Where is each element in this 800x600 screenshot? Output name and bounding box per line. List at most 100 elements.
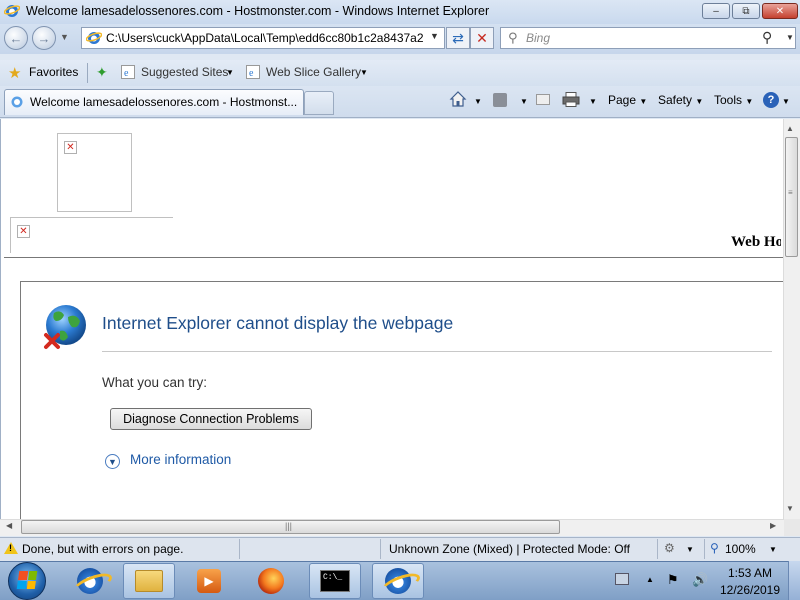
globe-error-icon: [44, 305, 86, 349]
add-to-favorites-icon[interactable]: ✦: [96, 64, 108, 81]
broken-image-icon: ✕: [17, 225, 30, 238]
maximize-button[interactable]: ⧉: [732, 3, 760, 19]
recent-pages-dropdown[interactable]: ▼: [60, 32, 69, 42]
taskbar-file-explorer[interactable]: [123, 563, 175, 599]
error-title: Internet Explorer cannot display the web…: [102, 313, 454, 333]
divider: [657, 539, 658, 559]
clock-time[interactable]: 1:53 AM: [720, 566, 780, 580]
vertical-scroll-thumb[interactable]: [785, 137, 798, 257]
show-desktop-button[interactable]: [788, 561, 800, 600]
forward-button[interactable]: →: [32, 26, 56, 50]
diagnose-connection-problems-button[interactable]: Diagnose Connection Problems: [110, 408, 312, 430]
logo-pane: [16, 580, 27, 589]
stop-icon: ✕: [476, 29, 488, 46]
taskbar-firefox[interactable]: [245, 563, 297, 599]
logo-pane: [18, 571, 28, 580]
divider: [4, 257, 784, 258]
logo-pane: [27, 571, 38, 580]
print-dropdown[interactable]: ▼: [589, 97, 597, 106]
keyboard-icon[interactable]: [615, 573, 629, 585]
ie-icon: [385, 568, 411, 594]
media-player-icon: ▶: [197, 569, 221, 593]
minimize-button[interactable]: –: [702, 3, 730, 19]
divider: [704, 539, 705, 559]
page-header-text: Web Ho: [731, 234, 781, 250]
refresh-button[interactable]: ⇄: [446, 27, 470, 49]
page-menu-label: Page: [608, 93, 637, 107]
zoom-icon[interactable]: ⚲: [710, 541, 719, 555]
tools-menu[interactable]: Tools ▼: [714, 93, 753, 107]
security-zone-text[interactable]: Unknown Zone (Mixed) | Protected Mode: O…: [389, 542, 630, 556]
favorites-bar: [0, 60, 800, 86]
magnifier-icon[interactable]: ⚲: [762, 29, 772, 46]
status-text[interactable]: Done, but with errors on page.: [22, 542, 183, 556]
command-prompt-icon: C:\_: [320, 570, 350, 592]
chevron-down-icon[interactable]: ▼: [360, 68, 368, 77]
what-you-can-try-label: What you can try:: [102, 375, 208, 390]
print-icon[interactable]: [562, 92, 580, 107]
scroll-right-arrow[interactable]: ▶: [770, 521, 776, 530]
safety-menu[interactable]: Safety ▼: [658, 93, 703, 107]
safety-menu-label: Safety: [658, 93, 693, 107]
back-arrow-icon: ←: [9, 30, 23, 46]
broken-image-icon: ✕: [64, 141, 77, 154]
scroll-left-arrow[interactable]: ◀: [6, 521, 12, 530]
scroll-up-arrow[interactable]: ▲: [786, 124, 794, 133]
more-information-link[interactable]: More information: [130, 452, 231, 467]
star-icon: ★: [8, 65, 22, 82]
chevron-down-icon[interactable]: ▼: [226, 68, 234, 77]
svg-text:e: e: [249, 68, 254, 79]
feeds-icon[interactable]: [493, 93, 507, 107]
windows-logo-icon: [16, 571, 38, 589]
home-dropdown[interactable]: ▼: [474, 97, 482, 106]
new-tab-button[interactable]: [304, 91, 334, 115]
ie-icon: [77, 568, 103, 594]
scroll-down-arrow[interactable]: ▼: [786, 504, 794, 513]
search-options-dropdown[interactable]: ▼: [786, 33, 794, 42]
grip-icon: |||: [285, 521, 293, 531]
warning-mark: !: [9, 543, 12, 553]
taskbar-command-prompt[interactable]: C:\_: [309, 563, 361, 599]
stop-button[interactable]: ✕: [470, 27, 494, 49]
page-icon: [86, 32, 102, 44]
favorites-button[interactable]: Favorites: [29, 65, 78, 79]
chevron-down-icon: ▼: [745, 97, 754, 106]
chevron-down-circle-icon[interactable]: ▼: [105, 454, 120, 469]
taskbar-internet-explorer[interactable]: [64, 563, 116, 599]
ie-icon: [4, 5, 20, 17]
window-title: Welcome lamesadelossenores.com - Hostmon…: [26, 4, 490, 18]
show-hidden-icons[interactable]: ▲: [646, 575, 654, 584]
web-slice-icon: e: [246, 65, 260, 79]
page-menu[interactable]: Page ▼: [608, 93, 647, 107]
feeds-dropdown[interactable]: ▼: [520, 97, 528, 106]
firefox-icon: [258, 568, 284, 594]
help-dropdown[interactable]: ▼: [782, 97, 790, 106]
taskbar-internet-explorer-active[interactable]: [372, 563, 424, 599]
help-icon[interactable]: ?: [763, 92, 779, 108]
tab-page-icon: [11, 96, 23, 108]
divider: [87, 63, 88, 83]
chevron-down-icon: ▼: [639, 97, 648, 106]
back-button[interactable]: ←: [4, 26, 28, 50]
action-center-flag-icon[interactable]: ⚑: [667, 572, 679, 588]
broken-image: [10, 217, 173, 253]
suggested-sites-button[interactable]: Suggested Sites: [141, 65, 228, 79]
gear-icon[interactable]: ⚙: [664, 541, 675, 555]
search-input[interactable]: Bing: [526, 31, 550, 45]
web-slice-gallery-button[interactable]: Web Slice Gallery: [266, 65, 361, 79]
taskbar-media-player[interactable]: ▶: [183, 563, 235, 599]
tools-menu-label: Tools: [714, 93, 743, 107]
chevron-down-icon[interactable]: ▼: [769, 545, 777, 554]
search-provider-icon: ⚲: [508, 30, 518, 45]
mail-icon[interactable]: [536, 94, 550, 105]
divider: [239, 539, 240, 559]
logo-pane: [26, 580, 36, 589]
chevron-down-icon[interactable]: ▼: [686, 545, 694, 554]
volume-icon[interactable]: 🔊: [692, 572, 708, 588]
address-dropdown[interactable]: ▼: [430, 31, 439, 41]
close-button[interactable]: ✕: [762, 3, 798, 19]
clock-date[interactable]: 12/26/2019: [716, 583, 784, 597]
home-icon[interactable]: [449, 90, 467, 108]
address-url[interactable]: C:\Users\cuck\AppData\Local\Temp\edd6cc8…: [106, 31, 424, 45]
zoom-level[interactable]: 100%: [725, 542, 756, 556]
